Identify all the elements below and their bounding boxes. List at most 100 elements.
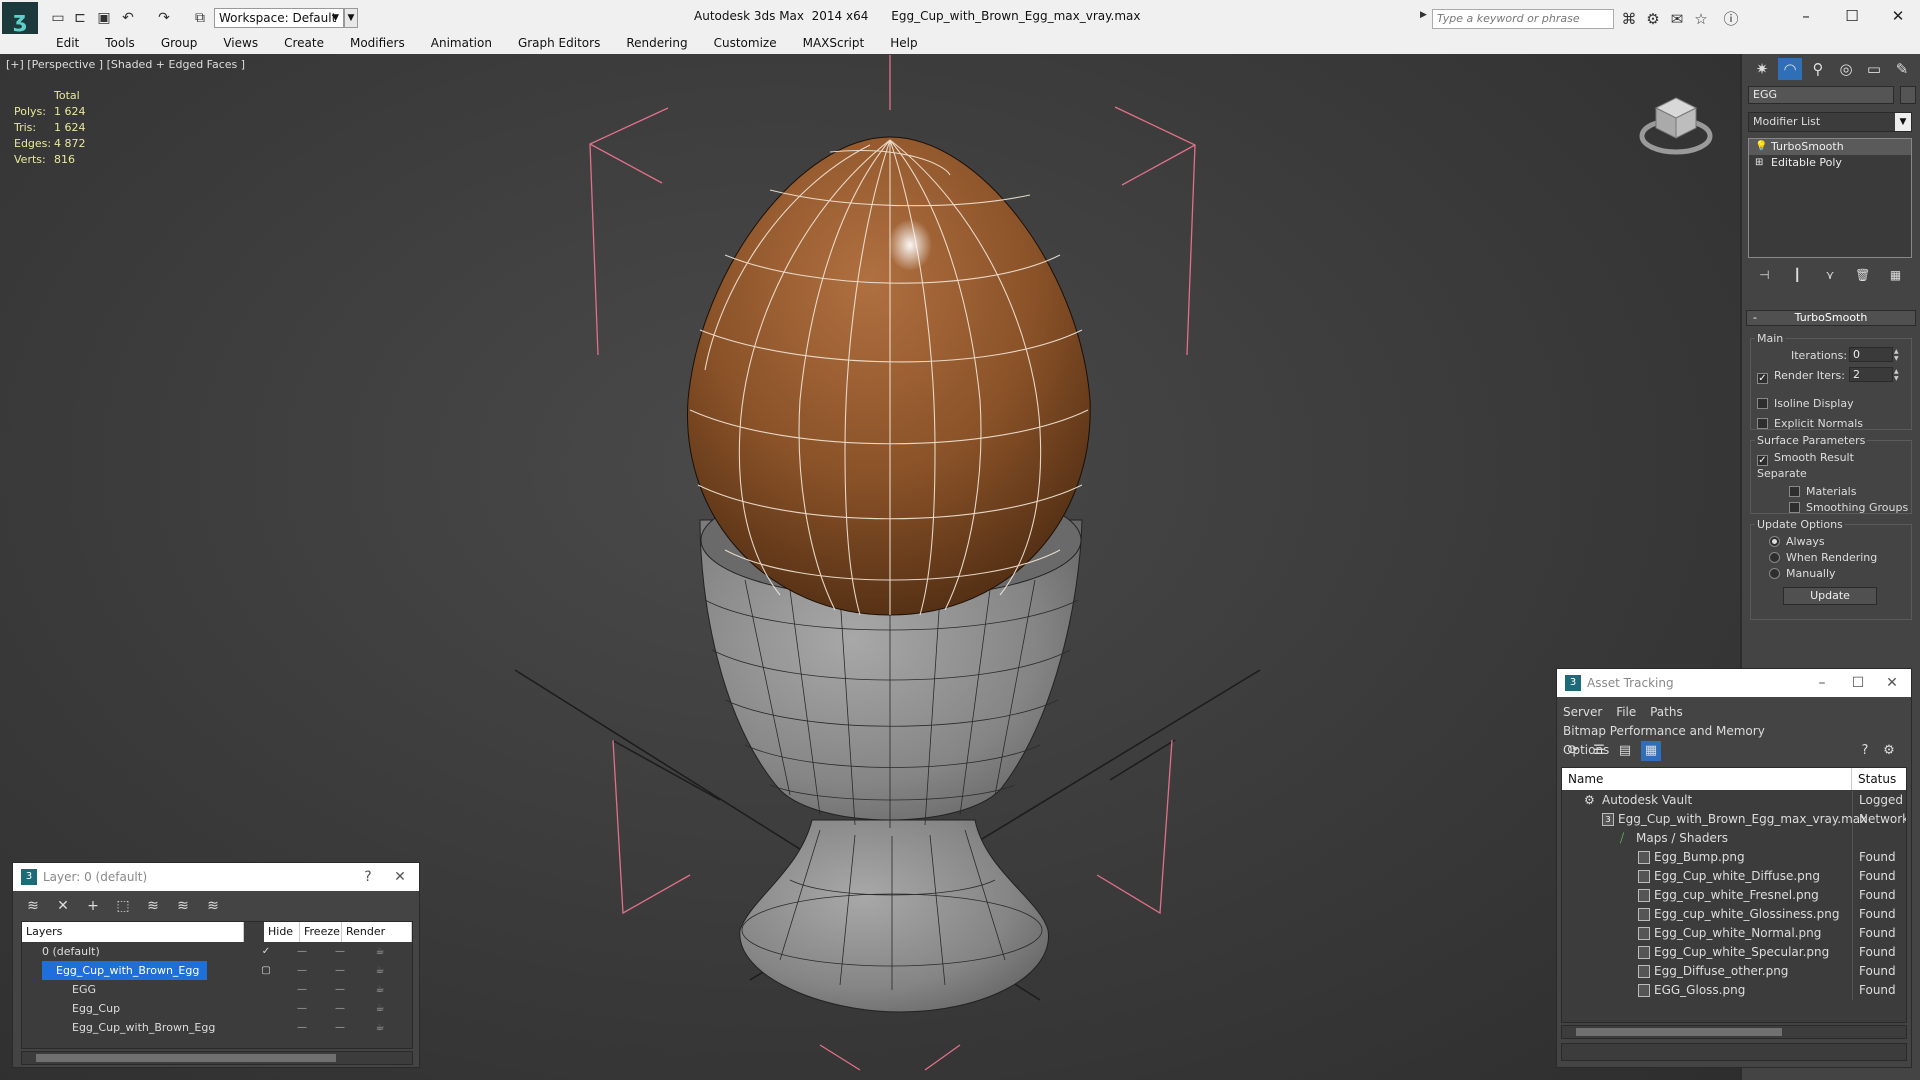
delete-layer-icon[interactable]: ✕ — [51, 895, 75, 917]
hide-toggle-icon[interactable]: — — [284, 999, 320, 1018]
rollout-header[interactable]: - TurboSmooth — [1746, 310, 1916, 326]
menu-animation[interactable]: Animation — [418, 34, 505, 54]
asset-row[interactable]: ⚙ Autodesk Vault Logged C — [1562, 791, 1906, 810]
stack-item-turbosmooth[interactable]: 💡 TurboSmooth — [1749, 139, 1911, 155]
materials-checkbox[interactable]: Materials — [1789, 485, 1856, 498]
vault-help-icon[interactable]: ? — [1855, 741, 1875, 761]
close-button[interactable]: ✕ — [1878, 4, 1918, 28]
layer-object-row[interactable]: EGG — — ☕ — [22, 980, 412, 999]
remove-modifier-icon[interactable]: 🗑 — [1854, 266, 1872, 284]
smooth-result-checkbox[interactable]: ✓ Smooth Result — [1757, 451, 1854, 466]
asset-row[interactable]: Egg_cup_white_Glossiness.png Found — [1562, 905, 1906, 924]
new-file-icon[interactable]: ▭ — [50, 10, 66, 26]
spinner-arrows-icon[interactable]: ▲ ▼ — [1894, 348, 1904, 362]
workspace-options-button[interactable]: ▼ — [344, 8, 358, 28]
layer-manager-titlebar[interactable]: 3 Layer: 0 (default) ? ✕ — [13, 863, 419, 891]
smoothing-groups-checkbox[interactable]: Smoothing Groups — [1789, 501, 1908, 514]
project-folder-icon[interactable]: ⧉ — [192, 10, 208, 26]
menu-views[interactable]: Views — [210, 34, 271, 54]
menu-rendering[interactable]: Rendering — [613, 34, 700, 54]
help-button[interactable]: ? — [353, 863, 383, 891]
menu-help[interactable]: Help — [877, 34, 930, 54]
stack-item-editable-poly[interactable]: ⊞ Editable Poly — [1749, 155, 1911, 171]
subscription-icon[interactable]: ⚙ — [1644, 10, 1662, 28]
vault-settings-icon[interactable]: ⚙ — [1879, 741, 1899, 761]
isoline-display-checkbox[interactable]: Isoline Display — [1757, 397, 1854, 410]
render-teapot-icon[interactable]: ☕ — [362, 980, 398, 999]
undo-icon[interactable]: ↶ — [120, 10, 136, 26]
minimize-button[interactable]: – — [1807, 669, 1837, 697]
always-radio[interactable]: Always — [1769, 535, 1825, 548]
column-header-hide[interactable]: Hide — [264, 922, 300, 942]
modifier-list-dropdown[interactable]: Modifier List ▼ — [1748, 112, 1912, 132]
freeze-toggle-icon[interactable]: — — [322, 1018, 358, 1037]
binoculars-icon[interactable]: ⌘ — [1620, 10, 1638, 28]
column-header-layers[interactable]: Layers — [22, 922, 244, 942]
app-menu-icon[interactable]: ʒ — [2, 2, 38, 38]
freeze-toggle-icon[interactable]: — — [322, 961, 358, 980]
menu-modifiers[interactable]: Modifiers — [337, 34, 418, 54]
favorites-star-icon[interactable]: ☆ — [1692, 10, 1710, 28]
layer-object-row[interactable]: Egg_Cup_with_Brown_Egg — — ☕ — [22, 1018, 412, 1037]
object-color-swatch[interactable] — [1900, 86, 1916, 104]
redo-icon[interactable]: ↷ — [156, 10, 172, 26]
communication-icon[interactable]: ✉ — [1668, 10, 1686, 28]
lightbulb-icon[interactable]: 💡 — [1755, 139, 1767, 155]
hierarchy-tab-icon[interactable]: ⚲ — [1806, 58, 1830, 80]
create-tab-icon[interactable]: ✷ — [1750, 58, 1774, 80]
asset-row[interactable]: Egg_Diffuse_other.png Found — [1562, 962, 1906, 981]
horizontal-scrollbar[interactable] — [21, 1051, 413, 1065]
freeze-toggle-icon[interactable]: — — [322, 942, 358, 961]
menu-file[interactable]: File — [1616, 703, 1636, 722]
menu-tools[interactable]: Tools — [92, 34, 148, 54]
scrollbar-thumb[interactable] — [1576, 1028, 1782, 1036]
maximize-button[interactable]: ☐ — [1832, 4, 1872, 28]
search-input[interactable]: Type a keyword or phrase — [1432, 9, 1614, 29]
close-icon[interactable]: ✕ — [1877, 669, 1907, 697]
hide-toggle-icon[interactable]: — — [284, 942, 320, 961]
pin-stack-icon[interactable]: ⊣ — [1755, 266, 1773, 284]
asset-row[interactable]: Egg_Cup_white_Diffuse.png Found — [1562, 867, 1906, 886]
when-rendering-radio[interactable]: When Rendering — [1769, 551, 1877, 564]
menu-group[interactable]: Group — [148, 34, 211, 54]
make-unique-icon[interactable]: ⋎ — [1821, 266, 1839, 284]
column-header-name[interactable]: Name — [1562, 768, 1852, 790]
render-teapot-icon[interactable]: ☕ — [362, 942, 398, 961]
column-header-freeze[interactable]: Freeze — [300, 922, 342, 942]
hide-all-icon[interactable]: ≋ — [171, 895, 195, 917]
display-tab-icon[interactable]: ▭ — [1862, 58, 1886, 80]
menu-maxscript[interactable]: MAXScript — [790, 34, 878, 54]
render-teapot-icon[interactable]: ☕ — [362, 999, 398, 1018]
menu-bitmap-performance[interactable]: Bitmap Performance and Memory — [1563, 722, 1765, 741]
utilities-tab-icon[interactable]: ✎ — [1890, 58, 1914, 80]
thumbnail-view-icon[interactable]: ▤ — [1615, 741, 1635, 761]
asset-row[interactable]: Egg_Cup_white_Specular.png Found — [1562, 943, 1906, 962]
new-layer-icon[interactable]: ≋ — [21, 895, 45, 917]
render-iters-spinner[interactable]: 2 ▲ ▼ — [1849, 367, 1899, 382]
asset-row[interactable]: ⧸ Maps / Shaders — [1562, 829, 1906, 848]
menu-edit[interactable]: Edit — [40, 34, 92, 54]
menu-graph-editors[interactable]: Graph Editors — [505, 34, 613, 54]
select-objects-icon[interactable]: ⬚ — [111, 895, 135, 917]
asset-row[interactable]: EGG_Gloss.png Found — [1562, 981, 1906, 1000]
layer-row[interactable]: Egg_Cup_with_Brown_Egg ▢ — — ☕ — [22, 961, 412, 980]
set-current-icon[interactable]: ▢ — [248, 961, 284, 980]
hide-toggle-icon[interactable]: — — [284, 980, 320, 999]
add-to-layer-icon[interactable]: + — [81, 895, 105, 917]
search-expand-icon[interactable]: ▶ — [1420, 10, 1430, 26]
asset-tracking-titlebar[interactable]: 3 Asset Tracking – ☐ ✕ — [1557, 669, 1911, 697]
asset-row[interactable]: Egg_cup_white_Fresnel.png Found — [1562, 886, 1906, 905]
hide-toggle-icon[interactable]: — — [284, 1018, 320, 1037]
maximize-button[interactable]: ☐ — [1843, 669, 1873, 697]
render-teapot-icon[interactable]: ☕ — [362, 961, 398, 980]
minimize-button[interactable]: – — [1786, 4, 1826, 28]
render-teapot-icon[interactable]: ☕ — [362, 1018, 398, 1037]
asset-row[interactable]: Egg_Cup_white_Normal.png Found — [1562, 924, 1906, 943]
viewport-label[interactable]: [+] [Perspective ] [Shaded + Edged Faces… — [6, 58, 245, 71]
scrollbar-thumb[interactable] — [36, 1054, 336, 1062]
open-file-icon[interactable]: ⊏ — [72, 10, 88, 26]
hide-toggle-icon[interactable]: — — [284, 961, 320, 980]
menu-paths[interactable]: Paths — [1650, 703, 1683, 722]
viewcube-icon[interactable] — [1636, 84, 1716, 164]
manually-radio[interactable]: Manually — [1769, 567, 1836, 580]
